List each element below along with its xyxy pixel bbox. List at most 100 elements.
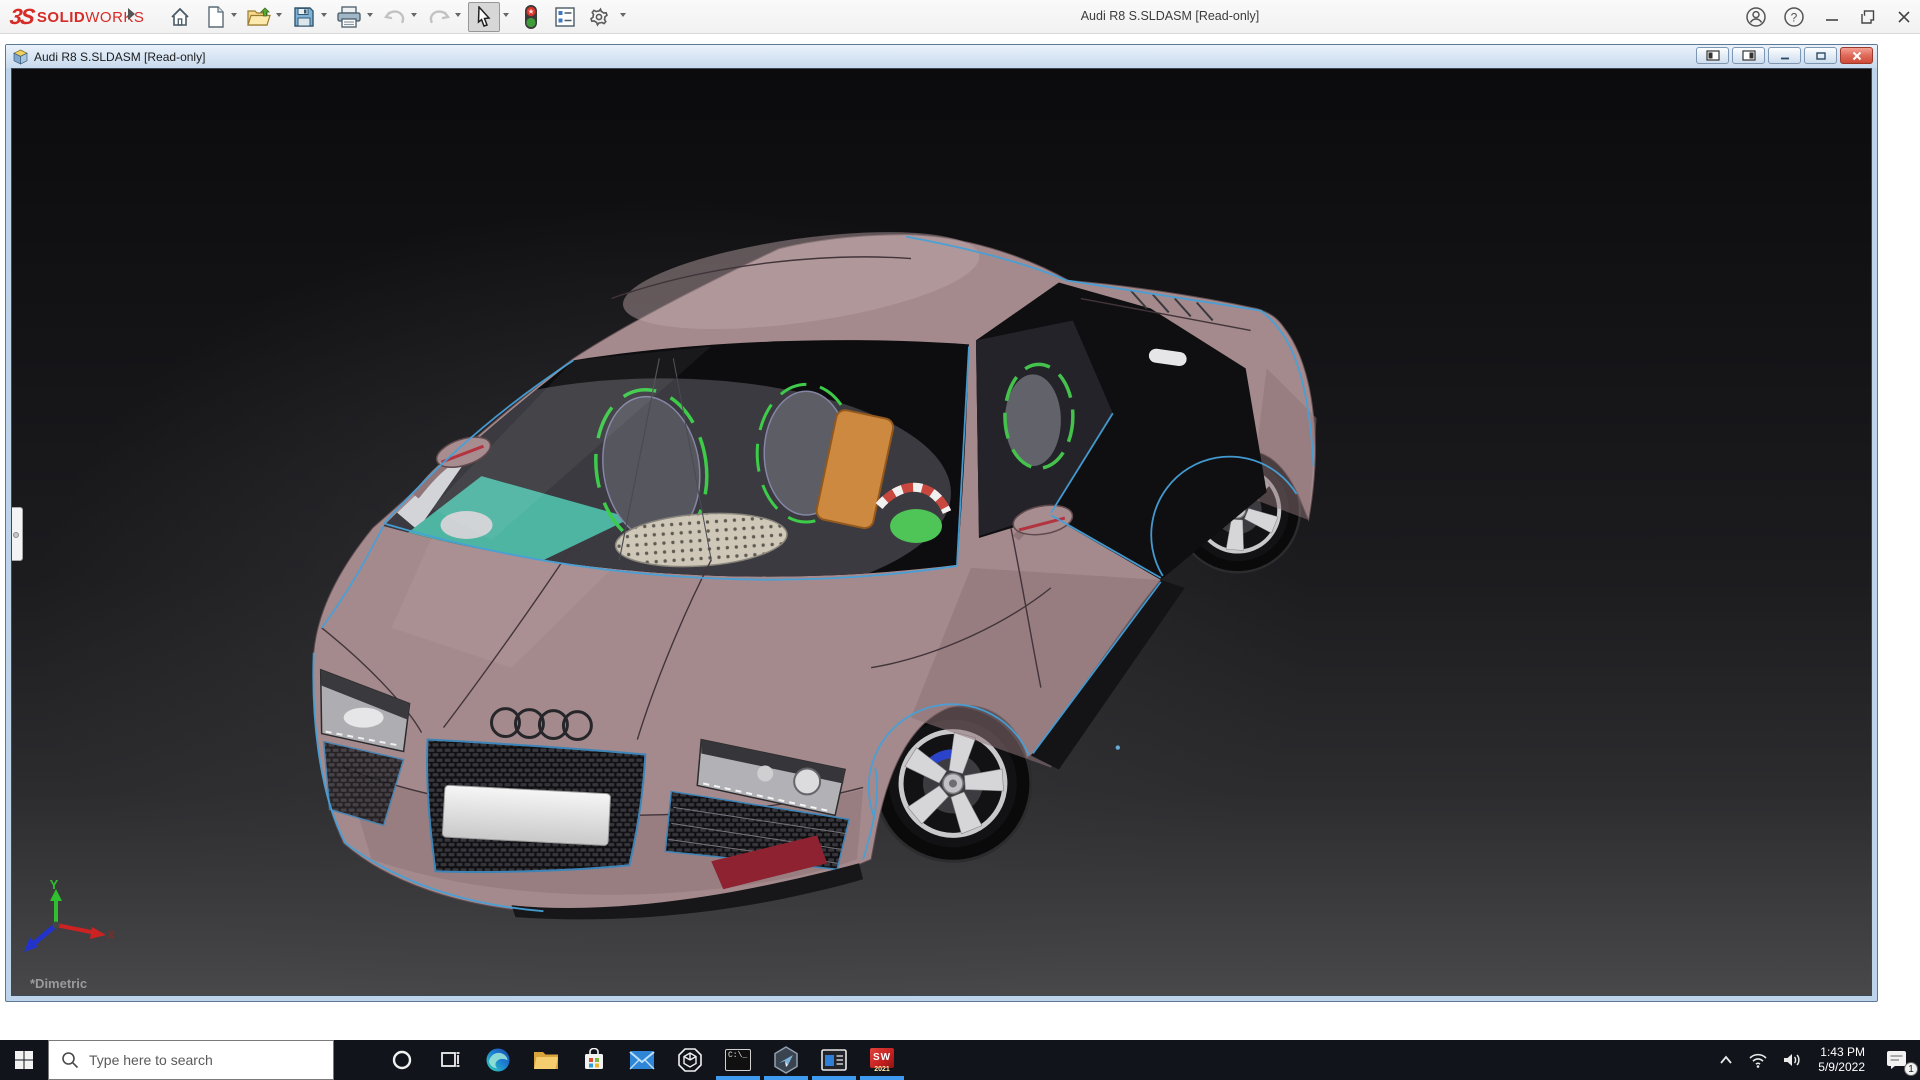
minimize-button[interactable] bbox=[1816, 2, 1848, 32]
orientation-triad: Y X bbox=[18, 877, 114, 969]
undo-icon bbox=[383, 7, 407, 27]
save-dropdown[interactable] bbox=[321, 13, 327, 17]
featuremanager-splitter-tab[interactable] bbox=[11, 507, 23, 561]
taskbar-app-3d-viewer[interactable] bbox=[666, 1040, 714, 1080]
application-titlebar: 3S SOLIDWORKS bbox=[0, 0, 1920, 34]
hidden-icons-button[interactable] bbox=[1711, 1040, 1741, 1080]
document-minimize-icon bbox=[1779, 51, 1791, 61]
taskbar-app-window[interactable] bbox=[810, 1040, 858, 1080]
print-dropdown[interactable] bbox=[367, 13, 373, 17]
options-dropdown[interactable] bbox=[620, 13, 626, 17]
options-button[interactable] bbox=[583, 2, 615, 32]
account-button[interactable] bbox=[1740, 2, 1772, 32]
open-dropdown[interactable] bbox=[276, 13, 282, 17]
taskbar-app-mail[interactable] bbox=[618, 1040, 666, 1080]
redo-button[interactable] bbox=[423, 2, 455, 32]
system-tray: 1:43 PM 5/9/2022 1 bbox=[1711, 1040, 1920, 1080]
start-button[interactable] bbox=[0, 1040, 48, 1080]
clock-date: 5/9/2022 bbox=[1818, 1060, 1865, 1075]
undo-button[interactable] bbox=[379, 2, 411, 32]
blue-window-app-icon bbox=[821, 1049, 847, 1071]
windows-start-icon bbox=[14, 1050, 34, 1070]
show-right-pane-button[interactable] bbox=[1732, 47, 1765, 64]
running-indicator bbox=[716, 1076, 760, 1080]
solidworks-logo: 3S SOLIDWORKS bbox=[10, 4, 144, 30]
taskbar-app-command-prompt[interactable]: C:\_ bbox=[714, 1040, 762, 1080]
minimize-icon bbox=[1823, 8, 1841, 26]
microsoft-store-icon bbox=[582, 1048, 606, 1072]
menu-expand-arrow-icon[interactable] bbox=[128, 8, 135, 20]
taskbar: C:\_ SW 2021 bbox=[0, 1040, 1920, 1080]
document-titlebar[interactable]: Audi R8 S.SLDASM [Read-only] bbox=[6, 45, 1877, 68]
file-properties-icon bbox=[554, 6, 576, 28]
search-icon bbox=[61, 1051, 79, 1069]
triad-y-label: Y bbox=[50, 877, 59, 892]
file-properties-button[interactable] bbox=[549, 2, 581, 32]
document-minimize-button[interactable] bbox=[1768, 47, 1801, 64]
task-view-button[interactable] bbox=[426, 1040, 474, 1080]
solidworks-2021-icon: SW 2021 bbox=[867, 1045, 897, 1075]
search-input[interactable] bbox=[89, 1052, 309, 1068]
redo-icon bbox=[427, 7, 451, 27]
open-folder-icon bbox=[247, 6, 271, 28]
right-pane-icon bbox=[1742, 50, 1756, 61]
help-button[interactable]: ? bbox=[1778, 2, 1810, 32]
new-document-button[interactable] bbox=[200, 2, 232, 32]
new-document-icon bbox=[206, 6, 226, 28]
close-button[interactable] bbox=[1888, 2, 1920, 32]
rebuild-stoplight-icon bbox=[523, 4, 539, 30]
volume-icon bbox=[1782, 1052, 1802, 1068]
save-button[interactable] bbox=[288, 2, 320, 32]
document-restore-icon bbox=[1815, 51, 1827, 61]
file-explorer-icon bbox=[533, 1049, 559, 1071]
running-indicator bbox=[764, 1076, 808, 1080]
select-dropdown[interactable] bbox=[503, 13, 509, 17]
car-model-render[interactable] bbox=[12, 69, 1871, 995]
taskbar-app-edrawings[interactable] bbox=[762, 1040, 810, 1080]
home-button[interactable] bbox=[164, 2, 196, 32]
brand-bold: SOLID bbox=[37, 9, 85, 26]
window-title: Audi R8 S.SLDASM [Read-only] bbox=[1081, 9, 1260, 23]
restore-button[interactable] bbox=[1852, 2, 1884, 32]
view-orientation-label: *Dimetric bbox=[30, 976, 87, 991]
edge-browser-icon bbox=[485, 1047, 511, 1073]
clock[interactable]: 1:43 PM 5/9/2022 bbox=[1809, 1040, 1874, 1080]
assembly-document-icon bbox=[12, 49, 29, 65]
show-left-pane-button[interactable] bbox=[1696, 47, 1729, 64]
wifi-icon bbox=[1748, 1052, 1768, 1068]
select-tool-button[interactable] bbox=[468, 2, 500, 32]
document-restore-button[interactable] bbox=[1804, 47, 1837, 64]
running-indicator bbox=[812, 1076, 856, 1080]
new-document-dropdown[interactable] bbox=[231, 13, 237, 17]
rebuild-button[interactable] bbox=[515, 2, 547, 32]
triad-x-label: X bbox=[107, 928, 114, 942]
close-icon bbox=[1895, 8, 1913, 26]
open-button[interactable] bbox=[243, 2, 275, 32]
notification-badge: 1 bbox=[1904, 1062, 1918, 1076]
cortana-button[interactable] bbox=[378, 1040, 426, 1080]
svg-text:?: ? bbox=[1791, 11, 1798, 25]
action-center-button[interactable]: 1 bbox=[1874, 1040, 1920, 1080]
chevron-up-icon bbox=[1718, 1054, 1734, 1066]
graphics-area[interactable]: Y X *Dimetric bbox=[11, 68, 1872, 996]
task-view-icon bbox=[439, 1049, 461, 1071]
print-button[interactable] bbox=[333, 2, 365, 32]
cortana-icon bbox=[391, 1049, 413, 1071]
taskbar-app-solidworks[interactable]: SW 2021 bbox=[858, 1040, 906, 1080]
document-close-button[interactable] bbox=[1840, 47, 1873, 64]
document-close-icon bbox=[1851, 51, 1863, 61]
redo-dropdown[interactable] bbox=[455, 13, 461, 17]
taskbar-app-store[interactable] bbox=[570, 1040, 618, 1080]
network-button[interactable] bbox=[1741, 1040, 1775, 1080]
undo-dropdown[interactable] bbox=[411, 13, 417, 17]
account-icon bbox=[1745, 6, 1767, 28]
taskbar-app-file-explorer[interactable] bbox=[522, 1040, 570, 1080]
restore-icon bbox=[1859, 8, 1877, 26]
taskbar-app-edge[interactable] bbox=[474, 1040, 522, 1080]
save-icon bbox=[293, 6, 315, 28]
brand-light: WORKS bbox=[85, 9, 144, 26]
volume-button[interactable] bbox=[1775, 1040, 1809, 1080]
home-icon bbox=[169, 6, 191, 28]
taskbar-search[interactable] bbox=[48, 1040, 334, 1080]
print-icon bbox=[337, 6, 361, 28]
